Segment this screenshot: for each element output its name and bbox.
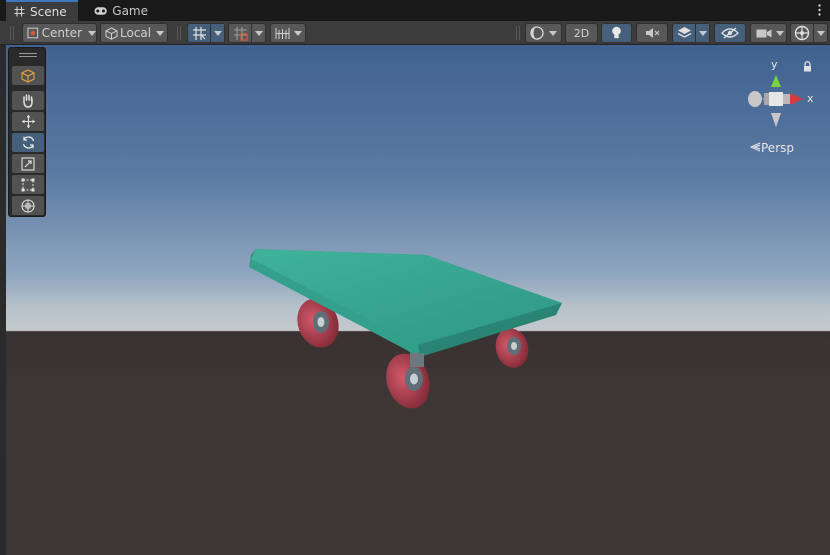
effects-layers-icon bbox=[677, 27, 692, 38]
scene-visibility-toggle[interactable] bbox=[714, 23, 746, 43]
lightbulb-icon bbox=[612, 26, 621, 39]
draw-mode-dropdown[interactable] bbox=[525, 23, 562, 43]
chevron-down-icon bbox=[816, 30, 825, 36]
hand-tool-button[interactable] bbox=[12, 91, 44, 110]
chevron-down-icon bbox=[156, 30, 165, 36]
local-cube-icon bbox=[105, 26, 118, 40]
kebab-menu-icon[interactable] bbox=[814, 2, 824, 18]
rotate-tool-button[interactable] bbox=[12, 133, 44, 152]
chevron-down-icon bbox=[213, 30, 222, 36]
audio-toggle[interactable] bbox=[636, 23, 668, 43]
audio-mute-icon bbox=[645, 28, 659, 38]
scene-viewport[interactable] bbox=[6, 45, 830, 555]
grid-snap-icon bbox=[234, 26, 248, 41]
snap-toggle[interactable] bbox=[228, 23, 266, 43]
transform-tool-button[interactable] bbox=[12, 196, 44, 215]
grid-dropdown[interactable] bbox=[210, 24, 224, 42]
tab-scene-label: Scene bbox=[30, 4, 67, 19]
camera-icon bbox=[756, 29, 772, 37]
pivot-mode-label: Center bbox=[41, 26, 82, 40]
gizmo-x-label: x bbox=[807, 92, 814, 105]
snap-dropdown[interactable] bbox=[251, 24, 265, 42]
transform-tool-panel bbox=[8, 47, 46, 217]
scale-tool-button[interactable] bbox=[12, 154, 44, 173]
tab-game-label: Game bbox=[112, 3, 148, 18]
increment-snap-dropdown[interactable] bbox=[270, 23, 306, 43]
gizmo-globe-icon bbox=[794, 25, 810, 41]
grid-icon bbox=[193, 26, 206, 40]
chevron-down-icon bbox=[254, 30, 263, 36]
pivot-rotation-dropdown[interactable]: Local bbox=[100, 23, 168, 43]
increment-snap-icon bbox=[275, 27, 290, 39]
rotate-icon bbox=[22, 136, 34, 149]
hand-icon bbox=[23, 94, 33, 108]
move-tool-button[interactable] bbox=[12, 112, 44, 131]
rect-tool-button[interactable] bbox=[12, 175, 44, 194]
orange-cube-icon bbox=[21, 68, 35, 83]
orientation-gizmo[interactable]: y x bbox=[740, 55, 825, 135]
camera-settings-dropdown[interactable] bbox=[750, 23, 787, 43]
tab-bar: Scene Game bbox=[0, 0, 830, 21]
projection-label: Persp bbox=[761, 141, 794, 155]
gamepad-icon bbox=[94, 6, 107, 15]
chevron-down-icon bbox=[698, 30, 707, 36]
scene-lighting-toggle[interactable] bbox=[601, 23, 632, 43]
scene-toolbar: Center Local 2D bbox=[0, 21, 830, 45]
eye-hidden-icon bbox=[721, 27, 739, 39]
gizmo-y-label: y bbox=[771, 58, 778, 71]
projection-toggle[interactable]: Persp bbox=[749, 141, 794, 155]
rect-transform-icon bbox=[21, 178, 35, 191]
shading-sphere-icon bbox=[530, 26, 544, 40]
wheel-front-left bbox=[386, 353, 430, 409]
pivot-mode-dropdown[interactable]: Center bbox=[22, 23, 97, 43]
pivot-rotation-label: Local bbox=[120, 26, 152, 40]
effects-dropdown[interactable] bbox=[672, 23, 710, 43]
toolbar-grip bbox=[10, 26, 14, 40]
trolley-model[interactable] bbox=[6, 45, 830, 555]
tab-game[interactable]: Game bbox=[86, 0, 156, 21]
chevron-down-icon bbox=[776, 30, 784, 36]
toolbar-grip bbox=[516, 26, 520, 40]
perspective-icon bbox=[749, 141, 761, 155]
gizmos-dropdown-caret[interactable] bbox=[813, 24, 827, 42]
gizmos-dropdown[interactable] bbox=[790, 23, 828, 43]
tab-scene[interactable]: Scene bbox=[6, 0, 78, 21]
panel-drag-handle[interactable] bbox=[19, 53, 37, 57]
chevron-down-icon bbox=[549, 30, 557, 36]
pivot-center-icon bbox=[27, 27, 39, 39]
hash-icon bbox=[14, 6, 25, 17]
view-options-button[interactable] bbox=[12, 66, 44, 85]
mode-2d-label: 2D bbox=[573, 26, 590, 40]
chevron-down-icon bbox=[294, 30, 302, 36]
move-arrows-icon bbox=[21, 115, 35, 128]
mode-2d-toggle[interactable]: 2D bbox=[565, 23, 598, 43]
grid-visibility-toggle[interactable] bbox=[187, 23, 225, 43]
scale-icon bbox=[21, 156, 35, 171]
toolbar-grip bbox=[177, 26, 181, 40]
effects-dropdown-caret[interactable] bbox=[695, 24, 709, 42]
chevron-down-icon bbox=[88, 30, 96, 36]
transform-combined-icon bbox=[21, 198, 35, 213]
